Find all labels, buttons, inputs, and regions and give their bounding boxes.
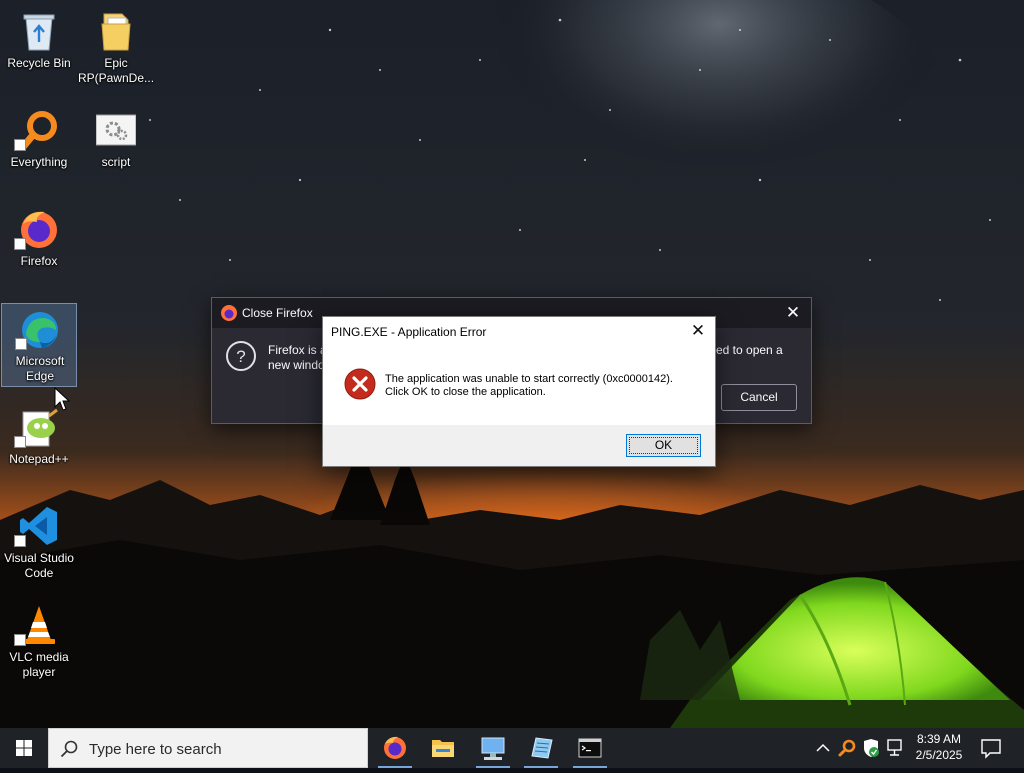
svg-text:?: ?	[236, 347, 245, 366]
taskbar-command-prompt[interactable]	[567, 728, 613, 768]
label-line: Epic	[104, 56, 128, 70]
desktop-icon-label: Epic RP(PawnDe...	[78, 56, 154, 86]
shortcut-arrow-icon	[14, 436, 26, 448]
desktop-icon-script[interactable]: script	[78, 105, 154, 189]
error-x-icon	[344, 368, 376, 400]
taskbar-notepad[interactable]	[518, 728, 564, 768]
question-icon: ?	[226, 341, 256, 371]
windows-logo-icon	[16, 740, 32, 756]
taskbar-clock[interactable]: 8:39 AM 2/5/2025	[904, 731, 974, 763]
shortcut-arrow-icon	[14, 139, 26, 151]
label-line: RP(PawnDe...	[78, 71, 155, 85]
start-button[interactable]	[0, 728, 48, 768]
shortcut-arrow-icon	[14, 535, 26, 547]
error-message: Click OK to close the application.	[385, 386, 546, 398]
clock-date: 2/5/2025	[915, 748, 963, 762]
folder-icon	[101, 13, 131, 51]
label-line: Code	[24, 566, 54, 580]
taskbar-search-box[interactable]: Type here to search	[48, 728, 368, 768]
desktop-icon-notepad-plus-plus[interactable]: Notepad++	[1, 402, 77, 486]
desktop-icon-everything[interactable]: Everything	[1, 105, 77, 189]
firefox-icon	[384, 736, 406, 759]
desktop-icon-firefox[interactable]: Firefox	[1, 204, 77, 288]
file-explorer-icon	[432, 740, 454, 757]
desktop-icon-label: Visual Studio Code	[1, 551, 77, 581]
script-file-icon	[96, 114, 136, 146]
command-prompt-icon	[578, 738, 602, 758]
security-shield-icon	[864, 739, 879, 757]
desktop-icon-visual-studio-code[interactable]: Visual Studio Code	[1, 501, 77, 585]
desktop-icon-label: Everything	[10, 155, 68, 169]
tray-windows-security[interactable]	[860, 728, 882, 768]
error-message: The application was unable to start corr…	[385, 373, 673, 385]
notepad-icon	[531, 737, 553, 759]
shortcut-arrow-icon	[15, 338, 27, 350]
shortcut-arrow-icon	[14, 238, 26, 250]
close-button[interactable]: ✕	[775, 298, 811, 328]
ok-button[interactable]: OK	[626, 434, 701, 457]
label-line: Edge	[25, 369, 55, 383]
dialog-message: new windo	[268, 358, 325, 372]
dialog-message: sed to open a	[710, 343, 783, 357]
search-icon	[60, 740, 78, 758]
close-button[interactable]: ✕	[683, 317, 713, 345]
taskbar-firefox[interactable]	[372, 728, 418, 768]
dialog-message: Firefox is a	[268, 343, 327, 357]
desktop-icon-label: Microsoft Edge	[2, 354, 78, 384]
dialog-title: Close Firefox	[242, 306, 313, 320]
shortcut-arrow-icon	[14, 634, 26, 646]
label-line: Visual Studio	[4, 551, 74, 565]
label-line: VLC media	[9, 650, 69, 664]
show-hidden-icons-button[interactable]	[812, 728, 834, 768]
desktop-icon-epic-rp[interactable]: Epic RP(PawnDe...	[78, 6, 154, 90]
clock-time: 8:39 AM	[916, 732, 962, 746]
desktop: Recycle Bin Epic RP(PawnDe... Everything…	[0, 0, 1024, 728]
recycle-bin-icon	[23, 14, 55, 51]
chevron-up-icon	[816, 743, 830, 752]
everything-search-icon	[838, 739, 856, 757]
mouse-cursor-icon	[54, 387, 70, 411]
cancel-button[interactable]: Cancel	[721, 384, 797, 411]
desktop-icon-label: VLC media player	[1, 650, 77, 680]
network-wired-icon	[887, 739, 902, 756]
tray-network[interactable]	[884, 728, 906, 768]
label-line: Microsoft	[15, 354, 65, 368]
tray-everything[interactable]	[836, 728, 858, 768]
search-placeholder: Type here to search	[89, 741, 222, 758]
taskbar-file-explorer[interactable]	[420, 728, 466, 768]
desktop-icon-label: Firefox	[20, 254, 58, 268]
network-computer-icon	[481, 737, 505, 760]
firefox-icon	[221, 305, 237, 321]
desktop-icon-vlc-media-player[interactable]: VLC media player	[1, 600, 77, 684]
application-error-dialog: PING.EXE - Application Error ✕ The appli…	[322, 316, 716, 467]
dialog-title: PING.EXE - Application Error	[331, 325, 487, 339]
desktop-icon-label: script	[101, 155, 131, 169]
notification-center-icon[interactable]	[978, 736, 1004, 760]
taskbar: Type here to search 8:39 AM 2/5/2025	[0, 728, 1024, 768]
desktop-icon-recycle-bin[interactable]: Recycle Bin	[1, 6, 77, 90]
taskbar-network-computer[interactable]	[470, 728, 516, 768]
label-line: player	[22, 665, 56, 679]
desktop-icon-microsoft-edge[interactable]: Microsoft Edge	[1, 303, 77, 387]
desktop-icon-label: Recycle Bin	[7, 56, 71, 70]
desktop-icon-label: Notepad++	[9, 452, 69, 466]
